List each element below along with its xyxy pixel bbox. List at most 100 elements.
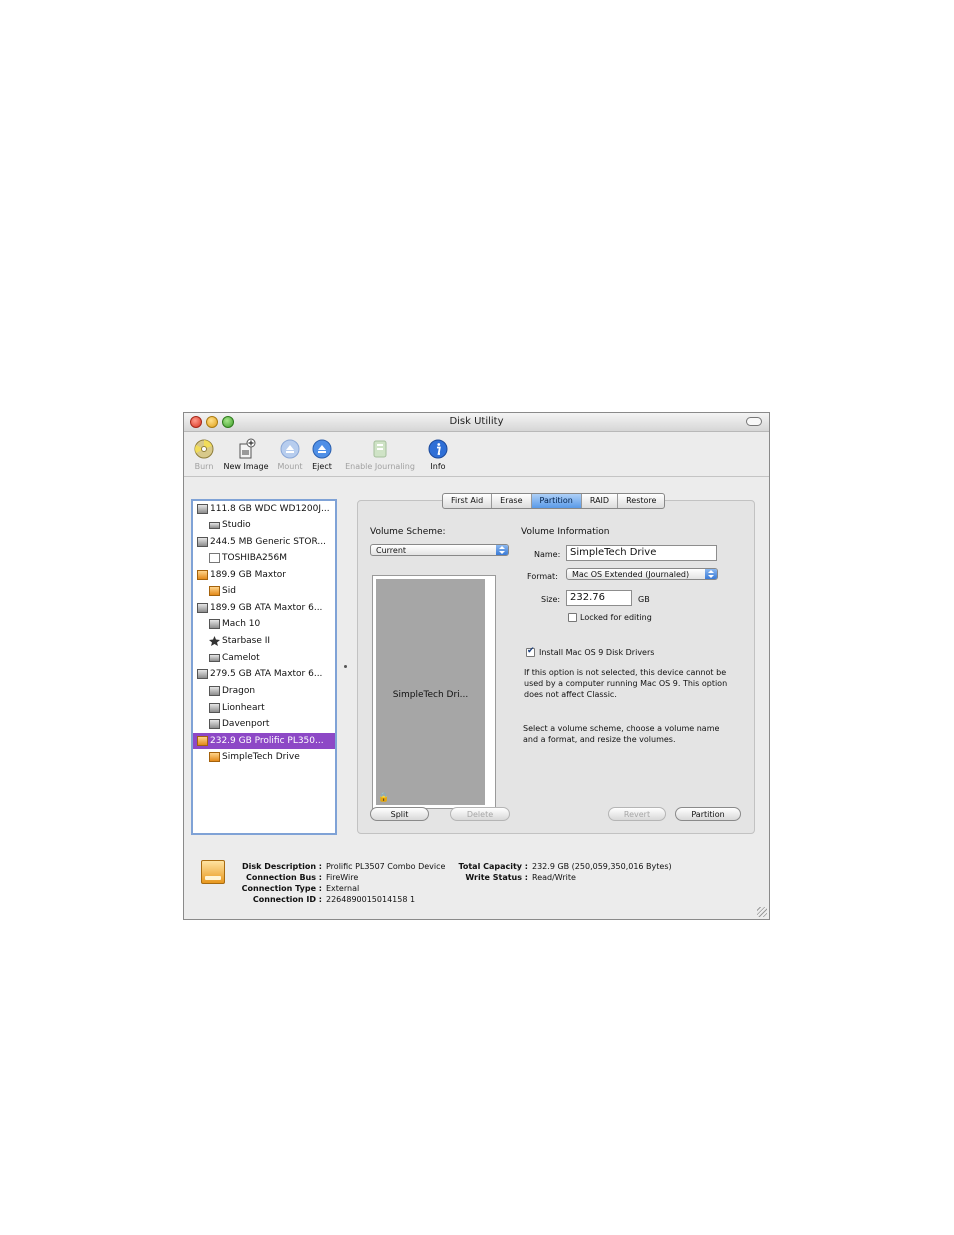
list-item-disk-generic[interactable]: 244.5 MB Generic STOR... bbox=[193, 534, 335, 550]
hard-disk-icon bbox=[197, 603, 208, 613]
tab-restore[interactable]: Restore bbox=[617, 494, 664, 508]
list-item-volume-toshiba[interactable]: TOSHIBA256M bbox=[193, 550, 335, 566]
volume-map-label: SimpleTech Dri... bbox=[392, 690, 469, 700]
list-item-disk-prolific[interactable]: 232.9 GB Prolific PL350... bbox=[193, 733, 335, 749]
mount-icon bbox=[280, 439, 300, 459]
list-item-volume-sid[interactable]: Sid bbox=[193, 583, 335, 599]
volume-information-label: Volume Information bbox=[521, 527, 610, 537]
revert-button[interactable]: Revert bbox=[608, 807, 666, 821]
starbase-volume-icon bbox=[209, 636, 220, 646]
size-label: Size: bbox=[541, 595, 561, 604]
mount-button[interactable]: Mount bbox=[275, 434, 305, 471]
burn-button[interactable]: Burn bbox=[191, 434, 217, 471]
list-item-disk-ata-2[interactable]: 279.5 GB ATA Maxtor 6... bbox=[193, 666, 335, 682]
partition-button[interactable]: Partition bbox=[675, 807, 741, 821]
info-icon bbox=[428, 439, 448, 459]
disk-utility-window: Disk Utility Burn New Image Mount Eject … bbox=[183, 412, 770, 920]
format-popup[interactable]: Mac OS Extended (Journaled) bbox=[566, 568, 718, 580]
list-item-volume-davenport[interactable]: Davenport bbox=[193, 716, 335, 732]
tab-bar: First Aid Erase Partition RAID Restore bbox=[442, 493, 666, 509]
list-item-label: 189.9 GB Maxtor bbox=[210, 570, 286, 580]
list-item-volume-lionheart[interactable]: Lionheart bbox=[193, 700, 335, 716]
eject-icon bbox=[312, 439, 332, 459]
volume-scheme-popup[interactable]: Current bbox=[370, 544, 509, 556]
volume-icon bbox=[209, 586, 220, 596]
new-image-button[interactable]: New Image bbox=[221, 434, 271, 471]
tab-partition[interactable]: Partition bbox=[530, 494, 581, 508]
enable-journaling-button[interactable]: Enable Journaling bbox=[341, 434, 419, 471]
total-capacity-key: Total Capacity : bbox=[458, 862, 528, 871]
external-disk-icon bbox=[197, 736, 208, 746]
list-item-label: 279.5 GB ATA Maxtor 6... bbox=[210, 669, 323, 679]
list-item-label: Davenport bbox=[222, 719, 270, 729]
disk-list[interactable]: 111.8 GB WDC WD1200J... Studio 244.5 MB … bbox=[191, 499, 337, 835]
delete-button[interactable]: Delete bbox=[450, 807, 510, 821]
list-item-volume-camelot[interactable]: Camelot bbox=[193, 650, 335, 666]
info-label: Info bbox=[430, 462, 446, 471]
list-item-disk-maxtor[interactable]: 189.9 GB Maxtor bbox=[193, 567, 335, 583]
split-view-handle[interactable] bbox=[344, 665, 347, 668]
tab-raid[interactable]: RAID bbox=[580, 494, 617, 508]
list-item-volume-mach10[interactable]: Mach 10 bbox=[193, 616, 335, 632]
list-item-label: Mach 10 bbox=[222, 619, 261, 629]
volume-icon bbox=[209, 686, 220, 696]
connection-id-key: Connection ID : bbox=[252, 895, 322, 904]
connection-type-value: External bbox=[326, 884, 360, 893]
partition-panel: Volume Scheme: Current SimpleTech Dri...… bbox=[357, 500, 755, 834]
volume-icon bbox=[209, 752, 220, 762]
locked-checkbox[interactable] bbox=[568, 613, 577, 622]
resize-grip[interactable] bbox=[757, 907, 767, 917]
title-bar[interactable]: Disk Utility bbox=[184, 413, 769, 432]
hard-disk-icon bbox=[197, 669, 208, 679]
connection-bus-value: FireWire bbox=[326, 873, 359, 882]
volume-icon bbox=[209, 703, 220, 713]
external-drive-icon bbox=[201, 860, 225, 884]
disk-description-value: Prolific PL3507 Combo Device bbox=[326, 862, 446, 871]
new-image-label: New Image bbox=[223, 462, 269, 471]
list-item-volume-dragon[interactable]: Dragon bbox=[193, 683, 335, 699]
name-label: Name: bbox=[534, 550, 561, 559]
list-item-volume-starbase[interactable]: Starbase II bbox=[193, 633, 335, 649]
tab-first-aid[interactable]: First Aid bbox=[443, 494, 491, 508]
list-item-label: Lionheart bbox=[222, 703, 265, 713]
volume-partition-block[interactable]: SimpleTech Dri... 🔒 bbox=[376, 579, 485, 805]
list-item-disk-wdc[interactable]: 111.8 GB WDC WD1200J... bbox=[193, 501, 335, 517]
window-title: Disk Utility bbox=[449, 416, 504, 427]
mount-label: Mount bbox=[277, 462, 303, 471]
split-button[interactable]: Split bbox=[370, 807, 429, 821]
info-button[interactable]: Info bbox=[424, 434, 452, 471]
format-value: Mac OS Extended (Journaled) bbox=[572, 570, 690, 579]
list-item-label: 189.9 GB ATA Maxtor 6... bbox=[210, 603, 323, 613]
toolbar-toggle-button[interactable] bbox=[746, 417, 762, 426]
size-unit-label: GB bbox=[638, 595, 650, 604]
volume-icon bbox=[209, 553, 220, 563]
volume-icon bbox=[209, 522, 220, 529]
list-item-disk-ata-1[interactable]: 189.9 GB ATA Maxtor 6... bbox=[193, 600, 335, 616]
list-item-label: Camelot bbox=[222, 653, 260, 663]
volume-name-input[interactable]: SimpleTech Drive bbox=[566, 545, 717, 561]
list-item-label: TOSHIBA256M bbox=[222, 553, 287, 563]
burn-icon bbox=[194, 439, 214, 459]
list-item-label: Starbase II bbox=[222, 636, 271, 646]
list-item-label: 232.9 GB Prolific PL350... bbox=[210, 736, 324, 746]
volume-scheme-label: Volume Scheme: bbox=[370, 527, 446, 537]
volume-map[interactable]: SimpleTech Dri... 🔒 bbox=[372, 575, 496, 809]
write-status-value: Read/Write bbox=[532, 873, 576, 882]
install-drivers-description: If this option is not selected, this dev… bbox=[524, 668, 728, 699]
hard-disk-icon bbox=[197, 537, 208, 547]
popup-arrows-icon bbox=[705, 569, 717, 579]
install-drivers-checkbox[interactable] bbox=[526, 646, 535, 657]
lock-icon[interactable]: 🔒 bbox=[378, 793, 389, 803]
eject-button[interactable]: Eject bbox=[309, 434, 335, 471]
list-item-volume-simpletech[interactable]: SimpleTech Drive bbox=[193, 749, 335, 765]
list-item-label: SimpleTech Drive bbox=[222, 752, 300, 762]
volume-scheme-value: Current bbox=[376, 546, 407, 555]
tab-erase[interactable]: Erase bbox=[491, 494, 530, 508]
connection-type-key: Connection Type : bbox=[241, 884, 322, 893]
external-disk-icon bbox=[197, 570, 208, 580]
hard-disk-icon bbox=[197, 504, 208, 514]
instructions-text: Select a volume scheme, choose a volume … bbox=[523, 724, 720, 744]
size-input[interactable]: 232.76 bbox=[566, 590, 632, 606]
list-item-label: Sid bbox=[222, 586, 236, 596]
list-item-volume-studio[interactable]: Studio bbox=[193, 517, 335, 533]
